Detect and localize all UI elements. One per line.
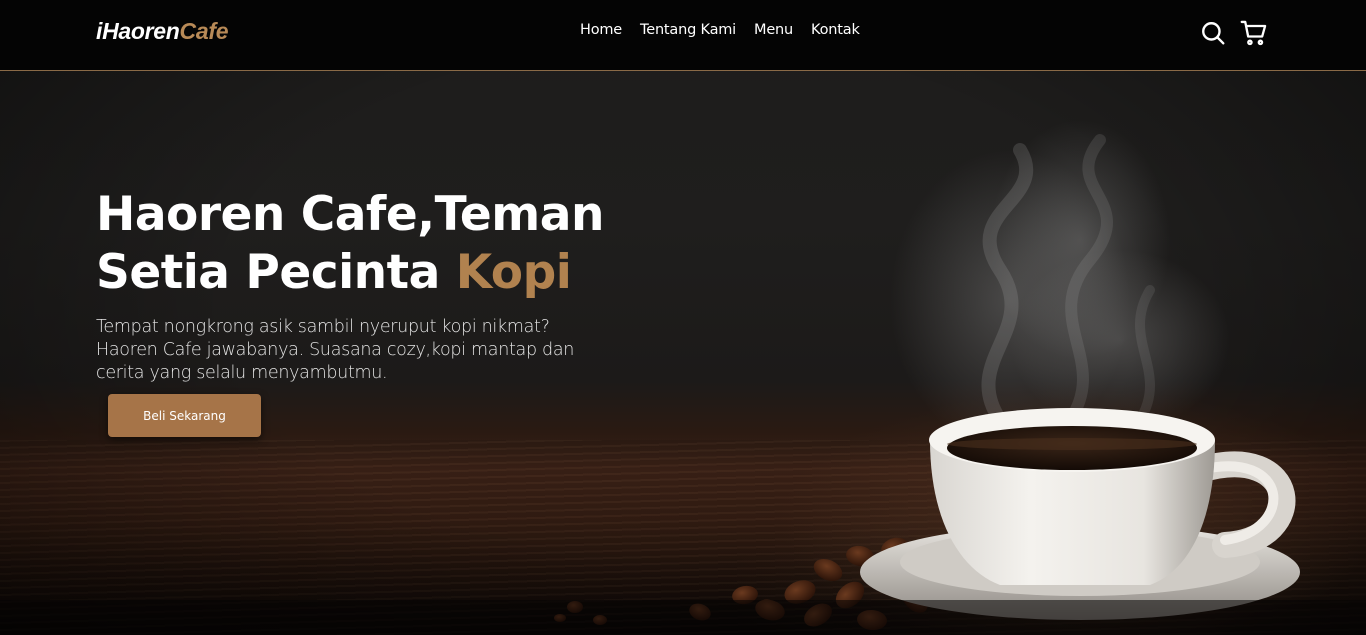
nav-link-home[interactable]: Home bbox=[580, 22, 622, 38]
hero-title-accent: Kopi bbox=[455, 245, 572, 300]
hero-description: Tempat nongkrong asik sambil nyeruput ko… bbox=[96, 317, 575, 383]
search-icon[interactable] bbox=[1200, 20, 1226, 46]
logo-text-accent: Cafe bbox=[179, 18, 229, 44]
nav-link-kontak[interactable]: Kontak bbox=[811, 22, 860, 38]
nav-link-menu[interactable]: Menu bbox=[754, 22, 793, 38]
hero-title: Haoren Cafe,Teman Setia Pecinta Kopi bbox=[96, 186, 656, 302]
beli-sekarang-button[interactable]: Beli Sekarang bbox=[108, 394, 261, 437]
main-nav: Home Tentang Kami Menu Kontak bbox=[580, 22, 860, 38]
hero-title-line1: Haoren Cafe,Teman bbox=[96, 187, 604, 242]
brand-logo[interactable]: iHaorenCafe bbox=[96, 18, 229, 45]
hero-content: Haoren Cafe,Teman Setia Pecinta Kopi Tem… bbox=[96, 186, 656, 385]
navbar: iHaorenCafe Home Tentang Kami Menu Konta… bbox=[0, 0, 1366, 71]
cart-icon[interactable] bbox=[1240, 19, 1268, 47]
nav-link-tentang-kami[interactable]: Tentang Kami bbox=[640, 22, 736, 38]
hero-title-line2: Setia Pecinta bbox=[96, 245, 456, 300]
nav-icons bbox=[1200, 19, 1268, 47]
logo-text-primary: iHaoren bbox=[96, 18, 180, 44]
page: iHaorenCafe Home Tentang Kami Menu Konta… bbox=[0, 0, 1366, 635]
